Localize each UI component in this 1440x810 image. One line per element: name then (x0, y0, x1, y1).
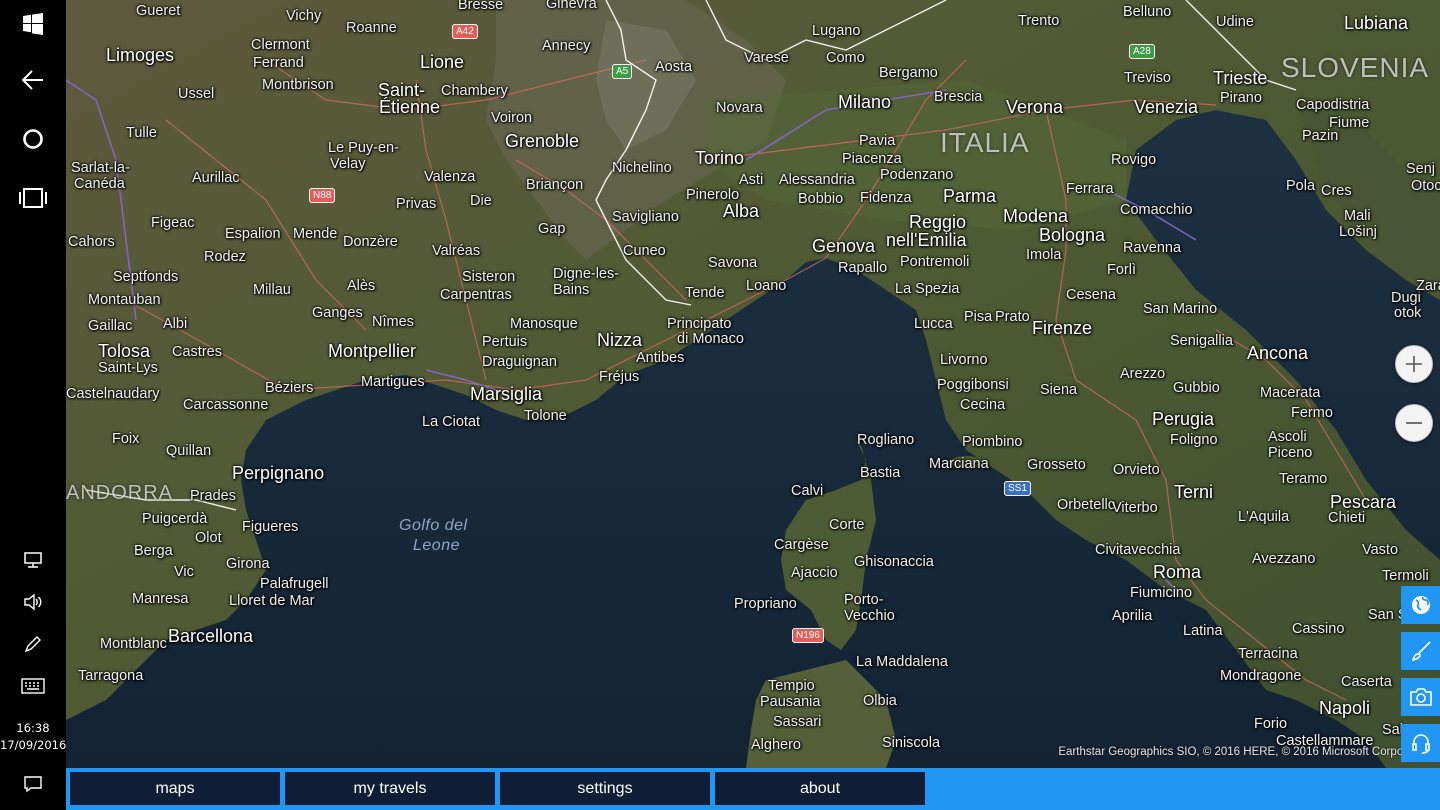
map-terrain (66, 0, 1440, 768)
camera-icon (1409, 688, 1432, 706)
zoom-in-button[interactable] (1395, 345, 1433, 383)
cortana-icon[interactable] (0, 115, 66, 163)
support-headset-icon (1411, 734, 1430, 754)
road-shield: A28 (1129, 44, 1155, 59)
camera-button[interactable] (1401, 678, 1440, 716)
back-icon[interactable] (0, 56, 66, 104)
globe-icon (1411, 596, 1430, 614)
pen-icon[interactable] (0, 620, 66, 668)
brush-icon (1411, 641, 1431, 661)
brush-button[interactable] (1401, 632, 1440, 670)
action-center-icon[interactable] (0, 760, 66, 808)
tab-about[interactable]: about (715, 772, 925, 805)
map-attribution: Earthstar Geographics SIO, © 2016 HERE, … (1058, 746, 1432, 758)
minus-icon (1406, 422, 1422, 424)
keyboard-icon[interactable] (0, 662, 66, 710)
volume-icon[interactable] (0, 578, 66, 626)
system-clock[interactable]: 16:38 17/09/2016 (0, 720, 66, 754)
support-button[interactable] (1401, 724, 1440, 762)
globe-button[interactable] (1401, 586, 1440, 624)
tab-my-travels[interactable]: my travels (285, 772, 495, 805)
plus-icon (1406, 356, 1422, 372)
road-shield: SS1 (1004, 481, 1031, 496)
zoom-out-button[interactable] (1395, 404, 1433, 442)
road-shield: N196 (792, 628, 824, 643)
windows-icon[interactable] (0, 0, 66, 48)
road-shield: A5 (612, 64, 633, 79)
tab-settings[interactable]: settings (500, 772, 710, 805)
satellite-map[interactable]: Gueret Vichy Roanne Bresse Ginevra Limog… (66, 0, 1440, 768)
task-view-icon[interactable] (0, 174, 66, 222)
clock-date: 17/09/2016 (0, 738, 67, 752)
bottom-tab-bar: maps my travels settings about (66, 768, 1440, 810)
tab-maps[interactable]: maps (70, 772, 280, 805)
system-navigation-bar: 16:38 17/09/2016 (0, 0, 66, 810)
road-shield: N88 (309, 188, 336, 203)
network-icon[interactable] (0, 536, 66, 584)
road-shield: A42 (452, 24, 478, 39)
clock-time: 16:38 (16, 721, 50, 735)
